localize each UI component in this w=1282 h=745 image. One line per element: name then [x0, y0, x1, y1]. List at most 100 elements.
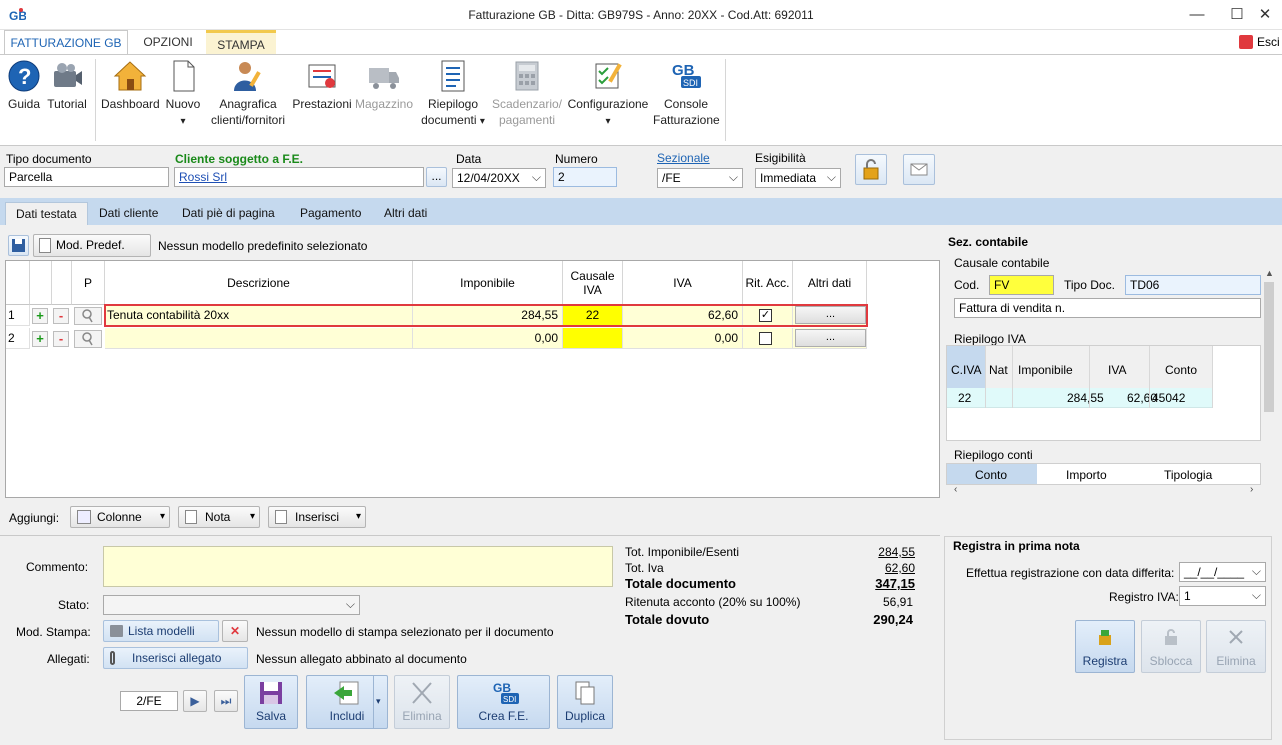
commento-field[interactable]: [103, 546, 613, 587]
registra-button[interactable]: Registra: [1075, 620, 1135, 673]
elimina-button[interactable]: Elimina: [394, 675, 450, 729]
data-field[interactable]: 12/04/20XX: [452, 168, 546, 188]
prestazioni-button[interactable]: Prestazioni: [292, 59, 352, 112]
colonne-button[interactable]: Colonne ▾: [70, 506, 170, 528]
col-header-causale-iva[interactable]: Causale IVA: [563, 261, 623, 305]
tab-dati-cliente[interactable]: Dati cliente: [89, 202, 168, 225]
riepilogo-button[interactable]: Riepilogo documenti ▾: [417, 59, 489, 130]
col-header-descrizione[interactable]: Descrizione: [105, 261, 413, 305]
row-altri-dati-button[interactable]: ...: [795, 306, 866, 324]
crea-fe-button[interactable]: GB SDI Crea F.E.: [457, 675, 550, 729]
configurazione-button[interactable]: Configurazione ▾: [565, 59, 651, 130]
next-icon: ▶: [190, 694, 200, 708]
minimize-button[interactable]: —: [1184, 4, 1210, 26]
dashboard-button[interactable]: Dashboard: [101, 59, 160, 112]
row-imponibile[interactable]: 0,00: [413, 328, 563, 349]
add-row-button[interactable]: +: [32, 308, 48, 324]
search-row-button[interactable]: [74, 330, 102, 348]
maximize-button[interactable]: ☐: [1224, 4, 1250, 26]
numero-field[interactable]: 2: [553, 167, 617, 187]
save-model-button[interactable]: [8, 235, 29, 256]
tipo-documento-field[interactable]: Parcella: [4, 167, 169, 187]
includi-dropdown-icon[interactable]: ▾: [376, 696, 381, 707]
tab-dati-pie-pagina[interactable]: Dati piè di pagina: [172, 202, 285, 225]
row-rit-acc-checkbox[interactable]: ✓: [759, 309, 772, 322]
tutorial-label: Tutorial: [47, 97, 87, 111]
elimina-registrazione-button[interactable]: Elimina: [1206, 620, 1266, 673]
col-header-iva[interactable]: IVA: [623, 261, 743, 305]
row-imponibile[interactable]: 284,55: [413, 305, 563, 326]
lista-modelli-button[interactable]: Lista modelli: [103, 620, 219, 642]
nuovo-button[interactable]: Nuovo ▾: [163, 59, 203, 130]
nota-button[interactable]: Nota ▾: [178, 506, 260, 528]
scroll-left-icon[interactable]: ‹: [954, 484, 957, 495]
row-altri-dati-button[interactable]: ...: [795, 329, 866, 347]
row-iva[interactable]: 0,00: [623, 328, 743, 349]
add-row-button[interactable]: +: [32, 331, 48, 347]
ribbon-tab-fatturazione[interactable]: FATTURAZIONE GB: [4, 30, 128, 55]
document-nav-field[interactable]: 2/FE: [120, 691, 178, 711]
close-button[interactable]: ✕: [1252, 4, 1278, 26]
panel-scrollbar[interactable]: ▲: [1262, 268, 1276, 486]
tipo-doc-field[interactable]: TD06: [1125, 275, 1261, 295]
col-header-imponibile[interactable]: Imponibile: [413, 261, 563, 305]
calculator-icon: [515, 61, 539, 91]
esigibilita-select[interactable]: Immediata: [755, 168, 841, 188]
causale-descrizione-field[interactable]: Fattura di vendita n.: [954, 298, 1261, 318]
mod-predef-button[interactable]: Mod. Predef.: [33, 234, 151, 257]
lock-button[interactable]: [855, 154, 887, 185]
cliente-field[interactable]: Rossi Srl: [174, 167, 424, 187]
sez-contabile-title: Sez. contabile: [948, 235, 1029, 249]
next-button[interactable]: ▶: [183, 690, 207, 712]
tutorial-button[interactable]: Tutorial: [45, 59, 89, 112]
sezionale-link[interactable]: Sezionale: [657, 151, 710, 165]
stato-select[interactable]: [103, 595, 360, 615]
duplica-button[interactable]: Duplica: [557, 675, 613, 729]
remove-row-button[interactable]: -: [53, 331, 69, 347]
remove-row-button[interactable]: -: [53, 308, 69, 324]
console-fatturazione-button[interactable]: GB SDI Console Fatturazione: [653, 59, 720, 128]
tab-pagamento[interactable]: Pagamento: [290, 202, 371, 225]
scroll-up-icon[interactable]: ▲: [1265, 268, 1274, 278]
esigibilita-label: Esigibilità: [755, 151, 806, 165]
col-header-remove: [52, 261, 72, 305]
note-icon: [185, 510, 197, 524]
row-rit-acc-checkbox[interactable]: [759, 332, 772, 345]
inserisci-allegato-button[interactable]: Inserisci allegato: [103, 647, 248, 669]
inserisci-button[interactable]: Inserisci ▾: [268, 506, 366, 528]
cod-field[interactable]: FV: [989, 275, 1054, 295]
sblocca-button[interactable]: Sblocca: [1141, 620, 1201, 673]
guida-button[interactable]: ? Guida: [5, 59, 43, 112]
esci-button[interactable]: Esci: [1257, 35, 1280, 49]
iva-col-iva: IVA: [1108, 363, 1127, 377]
col-header-p[interactable]: P: [72, 261, 105, 305]
row-iva[interactable]: 62,60: [623, 305, 743, 326]
scadenzario-button[interactable]: Scadenzario/ pagamenti: [491, 59, 563, 128]
row-descrizione[interactable]: Tenuta contabilità 20xx: [105, 305, 413, 326]
tab-dati-testata[interactable]: Dati testata: [5, 202, 88, 225]
tab-altri-dati[interactable]: Altri dati: [374, 202, 437, 225]
sezionale-select[interactable]: /FE: [657, 168, 743, 188]
registro-iva-select[interactable]: 1: [1179, 586, 1266, 606]
last-button[interactable]: ⏭: [214, 690, 238, 712]
row-descrizione[interactable]: [105, 328, 413, 349]
ribbon-tab-stampa[interactable]: STAMPA: [206, 30, 276, 54]
data-differita-field[interactable]: __/__/____: [1179, 562, 1266, 582]
salva-button[interactable]: Salva: [244, 675, 298, 729]
scrollbar-thumb[interactable]: [1264, 282, 1274, 412]
magazzino-button[interactable]: Magazzino: [354, 59, 414, 112]
tab-bar: Dati testata Dati cliente Dati piè di pa…: [0, 198, 1282, 225]
col-header-altri-dati[interactable]: Altri dati: [793, 261, 867, 305]
row-causale-iva[interactable]: 22: [563, 305, 623, 326]
ribbon-tab-opzioni[interactable]: OPZIONI: [133, 30, 203, 54]
mod-stampa-label: Mod. Stampa:: [16, 625, 91, 639]
row-causale-iva[interactable]: [563, 328, 623, 349]
remove-modello-button[interactable]: ✕: [222, 620, 248, 642]
cliente-browse-button[interactable]: ...: [426, 167, 447, 187]
col-header-rit-acc[interactable]: Rit. Acc.: [743, 261, 793, 305]
email-button[interactable]: [903, 154, 935, 185]
search-row-button[interactable]: [74, 307, 102, 325]
scroll-right-icon[interactable]: ›: [1250, 484, 1253, 495]
includi-button[interactable]: Includi ▾: [306, 675, 388, 729]
anagrafica-button[interactable]: Anagrafica clienti/fornitori: [206, 59, 290, 128]
